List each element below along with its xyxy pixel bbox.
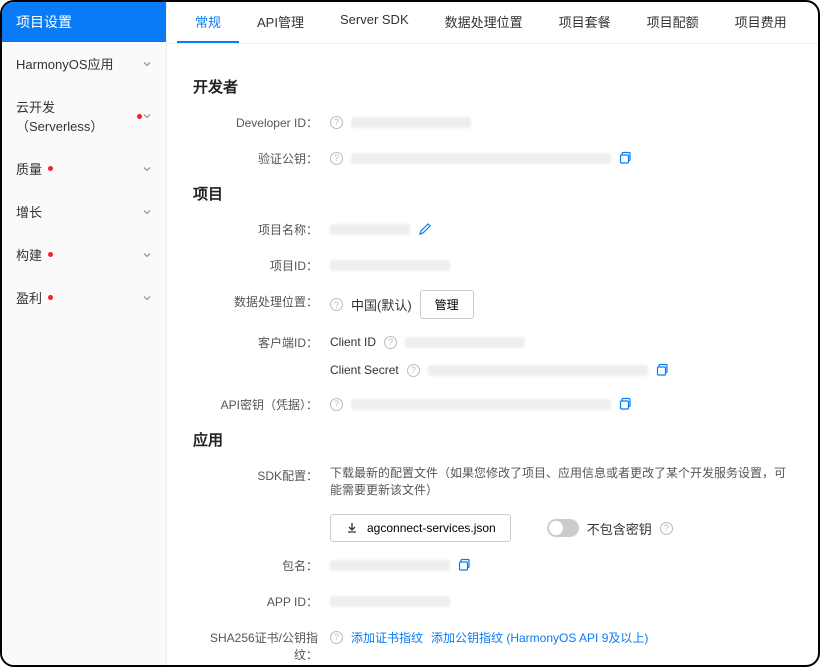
client-id-label: Client ID xyxy=(330,335,376,349)
sdk-help-text: 下载最新的配置文件（如果您修改了项目、应用信息或者更改了某个开发服务设置，可能需… xyxy=(330,464,792,498)
badge-dot-icon xyxy=(48,252,53,257)
help-icon[interactable]: ? xyxy=(330,116,343,129)
nav-label: 构建 xyxy=(16,245,42,264)
copy-icon[interactable] xyxy=(619,397,633,411)
row-package-name: 包名： xyxy=(193,554,792,578)
edit-icon[interactable] xyxy=(418,222,432,236)
badge-dot-icon xyxy=(48,166,53,171)
include-secret-toggle[interactable] xyxy=(547,519,579,537)
help-icon[interactable]: ? xyxy=(330,298,343,311)
help-icon[interactable]: ? xyxy=(330,631,343,644)
nav-item-growth[interactable]: 增长 xyxy=(2,190,166,233)
row-data-location: 数据处理位置： ? 中国(默认) 管理 xyxy=(193,290,792,319)
nav-label: 云开发（Serverless） xyxy=(16,97,131,135)
nav-label: HarmonyOS应用 xyxy=(16,54,114,73)
help-icon[interactable]: ? xyxy=(407,364,420,377)
tab-server-sdk[interactable]: Server SDK xyxy=(322,2,427,43)
label: API密钥（凭据）： xyxy=(193,393,318,413)
tab-package[interactable]: 项目套餐 xyxy=(541,2,629,43)
section-title-developer: 开发者 xyxy=(193,76,792,97)
label: SDK配置： xyxy=(193,464,318,484)
nav-item-profit[interactable]: 盈利 xyxy=(2,276,166,319)
redacted-value xyxy=(351,153,611,164)
label: 客户端ID： xyxy=(193,331,318,351)
redacted-value xyxy=(330,596,450,607)
help-icon[interactable]: ? xyxy=(330,398,343,411)
toggle-label: 不包含密钥 xyxy=(587,519,652,538)
tab-quota[interactable]: 项目配额 xyxy=(629,2,717,43)
redacted-value xyxy=(405,337,525,348)
badge-dot-icon xyxy=(48,295,53,300)
copy-icon[interactable] xyxy=(458,558,472,572)
copy-icon[interactable] xyxy=(619,151,633,165)
row-client-id: 客户端ID： Client ID ? Client Secret ? xyxy=(193,331,792,381)
redacted-value xyxy=(351,117,471,128)
client-secret-label: Client Secret xyxy=(330,363,399,377)
copy-icon[interactable] xyxy=(656,363,670,377)
label: 验证公钥： xyxy=(193,147,318,167)
chevron-down-icon xyxy=(142,250,152,260)
help-icon[interactable]: ? xyxy=(384,336,397,349)
nav-label: 质量 xyxy=(16,159,42,178)
nav-item-build[interactable]: 构建 xyxy=(2,233,166,276)
label: SHA256证书/公钥指纹： xyxy=(193,626,318,663)
chevron-down-icon xyxy=(142,164,152,174)
label: 数据处理位置： xyxy=(193,290,318,310)
row-api-key: API密钥（凭据）： ? xyxy=(193,393,792,417)
add-cert-fingerprint-link[interactable]: 添加证书指纹 xyxy=(351,629,423,646)
redacted-value xyxy=(428,365,648,376)
help-icon[interactable]: ? xyxy=(660,522,673,535)
chevron-down-icon xyxy=(142,293,152,303)
download-sdk-button[interactable]: agconnect-services.json xyxy=(330,514,511,542)
tab-data-location[interactable]: 数据处理位置 xyxy=(427,2,541,43)
help-icon[interactable]: ? xyxy=(330,152,343,165)
add-pubkey-fingerprint-link[interactable]: 添加公钥指纹 (HarmonyOS API 9及以上) xyxy=(431,629,648,646)
sidebar-title: 项目设置 xyxy=(2,2,166,42)
download-label: agconnect-services.json xyxy=(367,521,496,535)
section-title-app: 应用 xyxy=(193,429,792,450)
redacted-value xyxy=(330,224,410,235)
row-sha256: SHA256证书/公钥指纹： ? 添加证书指纹 添加公钥指纹 (HarmonyO… xyxy=(193,626,792,663)
main: 常规 API管理 Server SDK 数据处理位置 项目套餐 项目配额 项目费… xyxy=(167,2,818,665)
sidebar-nav: HarmonyOS应用 云开发（Serverless） 质量 增长 构建 盈利 xyxy=(2,42,166,319)
tabs: 常规 API管理 Server SDK 数据处理位置 项目套餐 项目配额 项目费… xyxy=(167,2,818,44)
row-verify-pubkey: 验证公钥： ? xyxy=(193,147,792,171)
chevron-down-icon xyxy=(142,111,152,121)
section-title-project: 项目 xyxy=(193,183,792,204)
chevron-down-icon xyxy=(142,59,152,69)
label: Developer ID： xyxy=(193,111,318,131)
sidebar: 项目设置 HarmonyOS应用 云开发（Serverless） 质量 增长 构… xyxy=(2,2,167,665)
redacted-value xyxy=(330,560,450,571)
label: 项目名称： xyxy=(193,218,318,238)
download-icon xyxy=(345,521,359,535)
row-developer-id: Developer ID： ? xyxy=(193,111,792,135)
tab-api[interactable]: API管理 xyxy=(239,2,322,43)
content: 开发者 Developer ID： ? 验证公钥： ? 项目 项目名称： xyxy=(167,44,818,665)
row-app-id: APP ID： xyxy=(193,590,792,614)
redacted-value xyxy=(330,260,450,271)
nav-item-quality[interactable]: 质量 xyxy=(2,147,166,190)
row-sdk-config: SDK配置： 下载最新的配置文件（如果您修改了项目、应用信息或者更改了某个开发服… xyxy=(193,464,792,542)
label: APP ID： xyxy=(193,590,318,610)
label: 包名： xyxy=(193,554,318,574)
nav-label: 盈利 xyxy=(16,288,42,307)
nav-item-serverless[interactable]: 云开发（Serverless） xyxy=(2,85,166,147)
row-project-id: 项目ID： xyxy=(193,254,792,278)
row-project-name: 项目名称： xyxy=(193,218,792,242)
manage-button[interactable]: 管理 xyxy=(420,290,474,319)
tab-cost[interactable]: 项目费用 xyxy=(717,2,805,43)
nav-label: 增长 xyxy=(16,202,42,221)
tab-general[interactable]: 常规 xyxy=(177,2,239,43)
data-location-value: 中国(默认) xyxy=(351,295,412,314)
chevron-down-icon xyxy=(142,207,152,217)
redacted-value xyxy=(351,399,611,410)
label: 项目ID： xyxy=(193,254,318,274)
nav-item-harmonyos[interactable]: HarmonyOS应用 xyxy=(2,42,166,85)
